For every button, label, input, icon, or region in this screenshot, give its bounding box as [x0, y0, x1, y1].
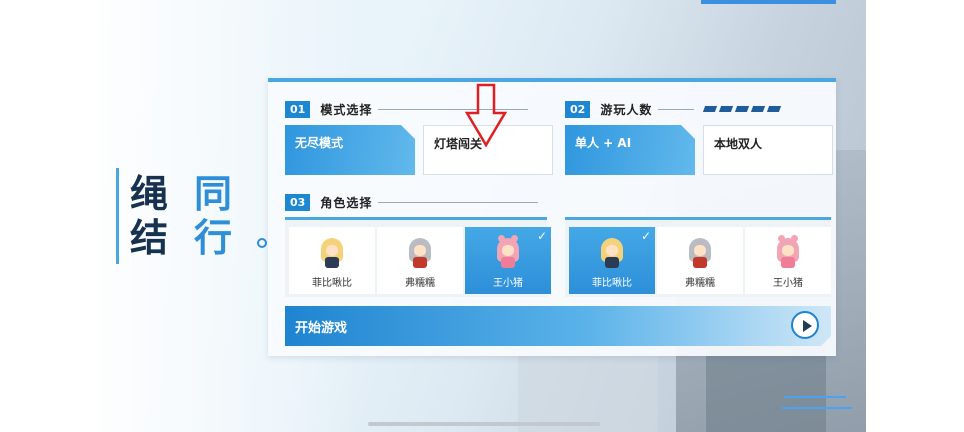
character-name: 弗糯糯: [405, 278, 435, 289]
character-name: 王小猪: [773, 278, 803, 289]
title-char: 结: [130, 215, 169, 260]
letterbox-left: [0, 0, 98, 432]
character-card-wangxiaozhu[interactable]: ✓ 王小猪: [465, 227, 551, 294]
option-label: 本地双人: [714, 137, 763, 151]
character-feibi-avatar: [318, 238, 346, 268]
players-section-header: 02 游玩人数: [565, 100, 784, 118]
setup-panel: 01 模式选择 无尽模式 灯塔闯关 02 游玩人数 单人 + AI 本地双人 0…: [268, 78, 836, 356]
title-accent-bar: [116, 168, 119, 264]
home-indicator[interactable]: [368, 422, 600, 426]
option-label: 无尽模式: [295, 136, 344, 150]
annotation-arrow-icon: [464, 83, 508, 148]
title-char: 行: [194, 215, 233, 260]
title-char: 绳: [130, 171, 169, 216]
dash-decoration: [703, 106, 784, 112]
decor-line: [784, 396, 846, 398]
character-card-funuonuo[interactable]: 弗糯糯: [377, 227, 463, 294]
letterbox-right: [866, 0, 964, 432]
title-char: 同: [194, 171, 233, 216]
players-single-ai-option[interactable]: 单人 + AI: [565, 125, 695, 175]
character-section-header: 03 角色选择: [285, 193, 539, 211]
player1-character-group: 菲比啾比 弗糯糯 ✓ 王小猪: [285, 217, 551, 297]
decor-line: [782, 407, 852, 409]
section-title: 游玩人数: [600, 102, 653, 117]
start-game-label: 开始游戏: [295, 321, 348, 336]
section-title: 角色选择: [320, 195, 373, 210]
character-card-feibi[interactable]: ✓ 菲比啾比: [569, 227, 655, 294]
title-dot-icon: [257, 238, 267, 248]
section-title: 模式选择: [320, 102, 373, 117]
check-icon: ✓: [536, 229, 547, 243]
character-feibi-avatar: [598, 238, 626, 268]
character-name: 菲比啾比: [592, 278, 632, 289]
character-name: 弗糯糯: [685, 278, 715, 289]
character-card-wangxiaozhu[interactable]: 王小猪: [745, 227, 831, 294]
game-screen: 绳 结 同 行 01 模式选择 无尽模式 灯塔闯关 02 游玩人数 单人 + A…: [98, 0, 866, 432]
character-wangxiaozhu-avatar: [774, 235, 802, 268]
player2-character-group: ✓ 菲比啾比 弗糯糯 王小猪: [565, 217, 831, 297]
section-number: 02: [565, 100, 591, 118]
option-label: 单人 + AI: [575, 136, 632, 150]
players-local-two-option[interactable]: 本地双人: [703, 125, 833, 175]
top-accent-stripe: [701, 0, 836, 4]
divider: [658, 108, 695, 110]
character-card-feibi[interactable]: 菲比啾比: [289, 227, 375, 294]
section-number: 01: [285, 100, 311, 118]
check-icon: ✓: [640, 229, 651, 243]
start-game-button[interactable]: 开始游戏: [285, 306, 831, 346]
section-number: 03: [285, 193, 311, 211]
character-card-funuonuo[interactable]: 弗糯糯: [657, 227, 743, 294]
character-funuonuo-avatar: [686, 238, 714, 268]
background-building: [518, 350, 658, 432]
character-name: 王小猪: [493, 278, 523, 289]
play-icon[interactable]: [791, 311, 819, 339]
character-wangxiaozhu-avatar: [494, 235, 522, 268]
character-funuonuo-avatar: [406, 238, 434, 268]
divider: [378, 201, 539, 203]
mode-endless-option[interactable]: 无尽模式: [285, 125, 415, 175]
character-name: 菲比啾比: [312, 278, 352, 289]
